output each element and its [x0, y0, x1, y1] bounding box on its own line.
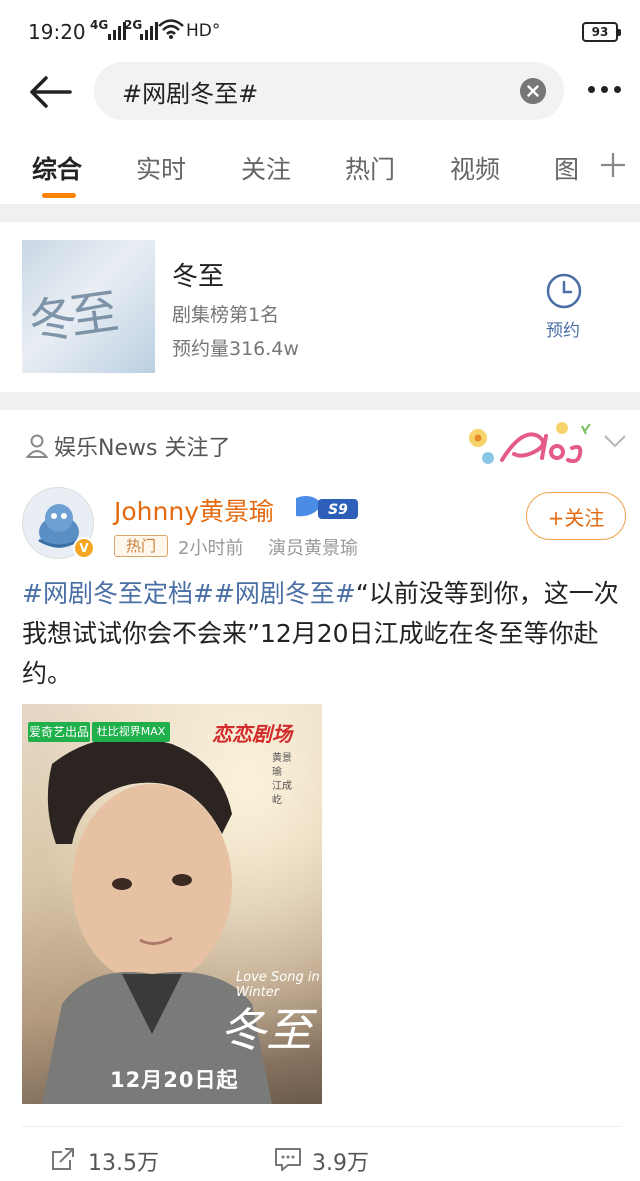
- section-divider: [0, 392, 640, 410]
- comment-icon[interactable]: [274, 1146, 302, 1172]
- poster-date: 12月20日起: [110, 1068, 239, 1092]
- comment-count[interactable]: 3.9万: [312, 1145, 369, 1177]
- theater-logo: 恋恋剧场: [212, 722, 292, 746]
- hot-tag-badge: 热门: [114, 535, 168, 557]
- active-tab-indicator: [42, 193, 76, 198]
- follow-button[interactable]: +关注: [526, 492, 626, 540]
- drama-rank: 剧集榜第1名: [172, 304, 280, 326]
- drama-title[interactable]: 冬至: [172, 256, 224, 293]
- add-tab-icon[interactable]: [598, 150, 628, 180]
- more-options-icon[interactable]: [588, 86, 621, 93]
- clear-icon[interactable]: [520, 78, 546, 104]
- network-4g-label: 4G: [90, 18, 109, 32]
- poster-cast: 黄景瑜 江成屹: [272, 753, 292, 806]
- chevron-down-icon[interactable]: [602, 432, 628, 450]
- hashtag-link[interactable]: #网剧冬至#: [214, 579, 356, 608]
- person-icon: [26, 434, 48, 458]
- hashtag-link[interactable]: #网剧冬至定档#: [22, 579, 214, 608]
- status-bar: 19:20 4G 2G HD° 93: [0, 0, 640, 64]
- vip-level: S9: [328, 502, 348, 518]
- clock-icon[interactable]: [545, 272, 583, 310]
- back-arrow-icon[interactable]: [26, 72, 74, 112]
- iqiyi-badge: 爱奇艺出品: [28, 722, 90, 742]
- tab-realtime[interactable]: 实时: [136, 150, 186, 186]
- repost-icon[interactable]: [50, 1146, 76, 1172]
- footer-divider: [22, 1126, 622, 1127]
- wifi-icon: [158, 19, 184, 39]
- plog-sticker-icon: [469, 422, 591, 464]
- followed-by-text: 娱乐News 关注了: [54, 436, 231, 461]
- dolby-badge: 杜比视界MAX: [92, 722, 170, 742]
- author-name[interactable]: Johnny黄景瑜: [114, 492, 274, 528]
- tab-bar: 综合 实时 关注 热门 视频 图: [0, 140, 640, 202]
- post-body: #网剧冬至定档##网剧冬至#“以前没等到你，这一次我想试试你会不会来”12月20…: [22, 574, 622, 694]
- tab-comprehensive[interactable]: 综合: [32, 150, 82, 186]
- hd-indicator: HD°: [186, 21, 221, 41]
- post-image[interactable]: 爱奇艺出品 杜比视界MAX 恋恋剧场 黄景瑜 江成屹 Love Song in …: [22, 704, 322, 1104]
- repost-count[interactable]: 13.5万: [88, 1145, 159, 1177]
- verified-badge-icon: V: [73, 537, 95, 559]
- vip-badge-icon: S9: [296, 496, 358, 519]
- drama-bookings: 预约量316.4w: [172, 338, 299, 360]
- tab-hot[interactable]: 热门: [345, 150, 395, 186]
- search-input[interactable]: [122, 71, 512, 111]
- section-divider: [0, 204, 640, 222]
- followed-by-note: 娱乐News 关注了: [26, 430, 230, 462]
- tab-images[interactable]: 图: [554, 150, 579, 186]
- status-time: 19:20: [28, 20, 86, 44]
- tab-following[interactable]: 关注: [241, 150, 291, 186]
- reserve-button[interactable]: 预约: [546, 316, 580, 341]
- post-source: 演员黄景瑜: [268, 538, 358, 559]
- battery-icon: 93: [582, 22, 621, 42]
- signal-icon-2: [140, 22, 158, 40]
- post-time: 2小时前: [178, 538, 244, 559]
- tab-video[interactable]: 视频: [450, 150, 500, 186]
- cover-title-art: 冬至: [25, 284, 117, 352]
- poster-title: 冬至: [220, 1003, 312, 1057]
- search-box[interactable]: [94, 62, 564, 120]
- drama-cover-image[interactable]: 冬至: [22, 240, 155, 373]
